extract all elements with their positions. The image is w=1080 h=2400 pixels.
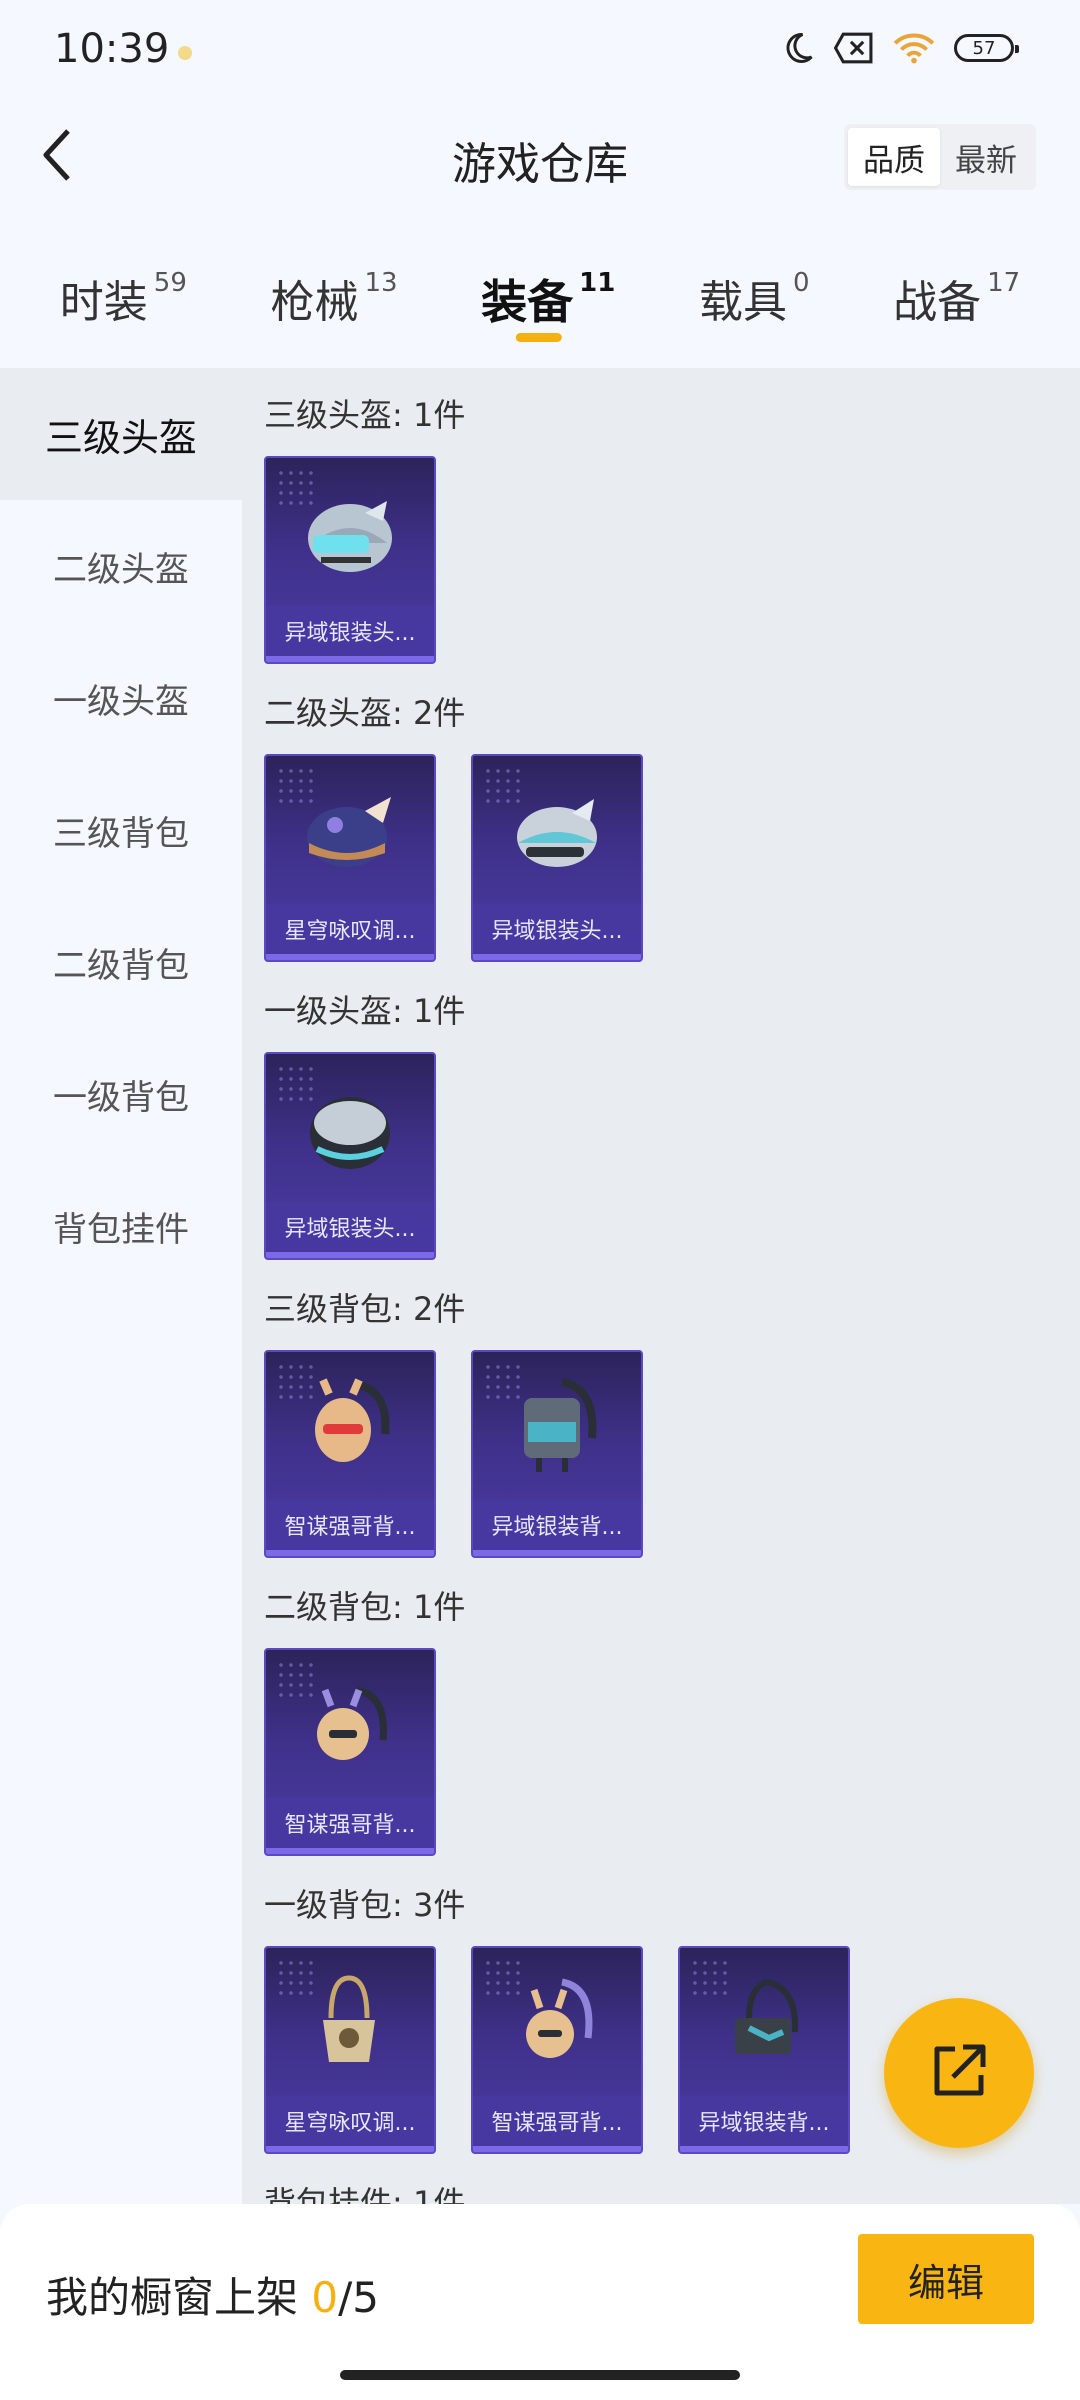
sidebar-item-backpack-charm[interactable]: 背包挂件 <box>0 1160 242 1292</box>
item-card[interactable]: 智谋强哥背... <box>264 1648 436 1856</box>
sidebar: 三级头盔 二级头盔 一级头盔 三级背包 二级背包 一级背包 背包挂件 <box>0 368 242 2204</box>
tab-count: 17 <box>987 268 1021 298</box>
share-icon <box>927 2039 991 2107</box>
helmet-icon <box>266 756 434 906</box>
item-card[interactable]: 异域银装头... <box>264 1052 436 1260</box>
item-card[interactable]: 异域银装头... <box>264 456 436 664</box>
backpack-icon <box>266 1650 434 1800</box>
sort-newest-button[interactable]: 最新 <box>940 128 1032 186</box>
section-title: 一级头盔: 1件 <box>264 992 466 1030</box>
section-title: 三级头盔: 1件 <box>264 396 466 434</box>
showcase-status: 我的橱窗上架 0/5 <box>46 2264 379 2325</box>
sort-toggle: 品质 最新 <box>844 124 1036 190</box>
item-card[interactable]: 星穹咏叹调... <box>264 754 436 962</box>
category-tabs: 时装 59 枪械 13 装备 11 载具 0 战备 17 <box>0 214 1080 368</box>
helmet-icon <box>266 458 434 608</box>
notification-dot <box>178 46 192 60</box>
item-name: 智谋强哥背... <box>266 1500 434 1550</box>
item-list[interactable]: 三级头盔: 1件 异域银装头... 二级头盔: 2件 星穹咏叹调... 异域银装… <box>242 368 1080 2204</box>
backpack-icon <box>473 1948 641 2098</box>
section-title: 二级头盔: 2件 <box>264 694 466 732</box>
tab-vehicles[interactable]: 载具 0 <box>699 214 810 368</box>
showcase-label: 我的橱窗上架 <box>46 2273 312 2322</box>
tab-count: 13 <box>364 268 398 298</box>
edit-button[interactable]: 编辑 <box>858 2234 1034 2324</box>
share-button[interactable] <box>884 1998 1034 2148</box>
backpack-icon <box>473 1352 641 1502</box>
item-name: 异域银装头... <box>266 606 434 656</box>
tab-fashion[interactable]: 时装 59 <box>60 214 187 368</box>
item-name: 异域银装背... <box>680 2096 848 2146</box>
home-indicator[interactable] <box>340 2370 740 2380</box>
backpack-icon <box>680 1948 848 2098</box>
backpack-icon <box>266 1948 434 2098</box>
battery-icon: 57 <box>954 34 1019 62</box>
tab-label: 装备 <box>481 275 574 329</box>
status-bar: 10:39 57 <box>0 0 1080 100</box>
item-name: 异域银装头... <box>473 904 641 954</box>
header: 游戏仓库 品质 最新 <box>0 100 1080 214</box>
sidebar-item-level3-helmet[interactable]: 三级头盔 <box>0 368 242 500</box>
tab-supplies[interactable]: 战备 17 <box>893 214 1020 368</box>
tab-label: 载具 <box>698 277 787 328</box>
backpack-icon <box>266 1352 434 1502</box>
item-name: 智谋强哥背... <box>266 1798 434 1848</box>
status-time: 10:39 <box>54 26 170 72</box>
showcase-current-count: 0 <box>311 2273 339 2322</box>
tab-count: 59 <box>153 268 187 298</box>
helmet-icon <box>473 756 641 906</box>
item-name: 星穹咏叹调... <box>266 904 434 954</box>
sort-quality-button[interactable]: 品质 <box>848 128 940 186</box>
sidebar-item-level2-backpack[interactable]: 二级背包 <box>0 896 242 1028</box>
item-card[interactable]: 异域银装背... <box>471 1350 643 1558</box>
section-title: 三级背包: 2件 <box>264 1290 466 1328</box>
item-card[interactable]: 异域银装头... <box>471 754 643 962</box>
item-card[interactable]: 异域银装背... <box>678 1946 850 2154</box>
section-title: 二级背包: 1件 <box>264 1588 466 1626</box>
sidebar-item-level2-helmet[interactable]: 二级头盔 <box>0 500 242 632</box>
section-title: 一级背包: 3件 <box>264 1886 466 1924</box>
tab-label: 时装 <box>59 277 148 328</box>
item-name: 异域银装背... <box>473 1500 641 1550</box>
tab-count: 11 <box>579 268 616 298</box>
moon-icon <box>780 30 816 66</box>
sidebar-item-level1-backpack[interactable]: 一级背包 <box>0 1028 242 1160</box>
tab-label: 枪械 <box>270 277 359 328</box>
sidebar-item-level3-backpack[interactable]: 三级背包 <box>0 764 242 896</box>
helmet-icon <box>266 1054 434 1204</box>
section-title: 背包挂件: 1件 <box>264 2184 466 2204</box>
tab-equipment[interactable]: 装备 11 <box>481 214 615 368</box>
status-icons: 57 <box>780 30 1019 66</box>
sidebar-item-level1-helmet[interactable]: 一级头盔 <box>0 632 242 764</box>
sim-off-icon <box>834 31 874 65</box>
item-card[interactable]: 智谋强哥背... <box>264 1350 436 1558</box>
tab-label: 战备 <box>893 277 982 328</box>
wifi-icon <box>892 30 936 66</box>
tab-count: 0 <box>792 268 810 298</box>
showcase-total: /5 <box>338 2273 379 2322</box>
item-card[interactable]: 星穹咏叹调... <box>264 1946 436 2154</box>
item-name: 星穹咏叹调... <box>266 2096 434 2146</box>
bottom-bar: 我的橱窗上架 0/5 编辑 <box>0 2204 1080 2400</box>
item-name: 异域银装头... <box>266 1202 434 1252</box>
item-name: 智谋强哥背... <box>473 2096 641 2146</box>
item-card[interactable]: 智谋强哥背... <box>471 1946 643 2154</box>
active-tab-indicator <box>516 333 563 342</box>
tab-weapons[interactable]: 枪械 13 <box>270 214 397 368</box>
